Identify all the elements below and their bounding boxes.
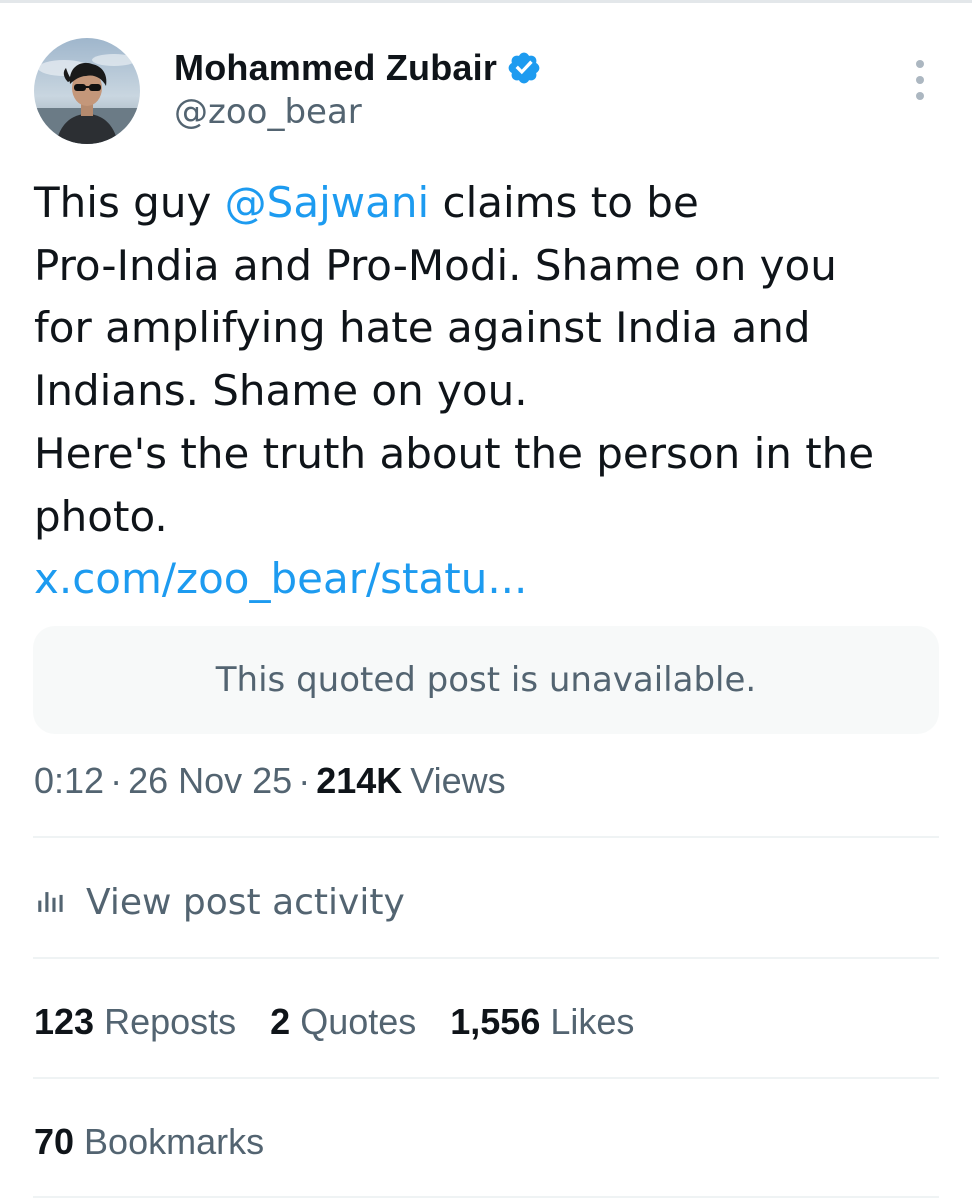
likes-count: 1,556 [450,1001,541,1042]
likes-label: Likes [550,1001,635,1042]
view-post-activity-button[interactable]: View post activity [34,872,405,932]
post-meta: 0:12 · 26 Nov 25 · 214K Views [34,756,506,806]
post-header: Mohammed Zubair @zoo_bear [34,38,940,148]
post-text-segment: claims to be [429,178,699,227]
author-handle[interactable]: @zoo_bear [174,92,362,132]
post-time[interactable]: 0:12 [34,760,104,802]
post-text-line: photo. [34,491,168,541]
more-options-icon[interactable] [908,60,932,100]
divider [33,836,939,838]
quotes-count: 2 [270,1001,291,1042]
status-link[interactable]: x.com/zoo_bear/statu... [34,548,934,611]
reposts-stat[interactable]: 123 Reposts [34,1001,236,1043]
reposts-label: Reposts [104,1001,237,1042]
avatar-image [34,38,140,144]
avatar[interactable] [34,38,140,144]
post-text-line: Here's the truth about the person in the [34,428,875,478]
divider [33,957,939,959]
top-divider [0,0,972,3]
meta-separator: · [298,760,311,801]
post-text: This guy @Sajwani claims to be Pro-India… [34,172,934,611]
more-dot [916,76,924,84]
post-text-line: for amplifying hate against India and [34,303,811,353]
author-name[interactable]: Mohammed Zubair [174,47,497,89]
divider [33,1077,939,1079]
post-text-line: Pro-India and Pro-Modi. Shame on you [34,240,837,290]
post-text-line: Indians. Shame on you. [34,366,528,416]
views-label: Views [410,760,506,801]
post-text-line: This guy @Sajwani claims to be [34,172,934,235]
divider [33,1196,939,1198]
meta-separator: · [110,760,123,801]
post-text-segment: This guy [34,178,225,227]
bookmarks-stat[interactable]: 70 Bookmarks [34,1121,264,1163]
mention-link[interactable]: @Sajwani [225,178,429,227]
engagement-stats: 123 Reposts 2 Quotes 1,556 Likes [34,994,668,1050]
bookmarks-row: 70 Bookmarks [34,1114,298,1170]
views-count: 214K [316,760,403,801]
quoted-post-unavailable: This quoted post is unavailable. [33,626,939,734]
quoted-post-message: This quoted post is unavailable. [215,660,757,700]
more-dot [916,92,924,100]
quotes-label: Quotes [300,1001,417,1042]
name-row: Mohammed Zubair [174,44,542,92]
more-dot [916,60,924,68]
view-post-activity-label: View post activity [86,881,405,923]
bookmarks-count: 70 [34,1121,75,1162]
quotes-stat[interactable]: 2 Quotes [270,1001,416,1043]
post-date[interactable]: 26 Nov 25 [128,760,292,802]
likes-stat[interactable]: 1,556 Likes [450,1001,634,1043]
reposts-count: 123 [34,1001,95,1042]
bookmarks-label: Bookmarks [84,1121,265,1162]
analytics-bars-icon [38,892,63,912]
verified-badge-icon[interactable] [506,50,542,86]
